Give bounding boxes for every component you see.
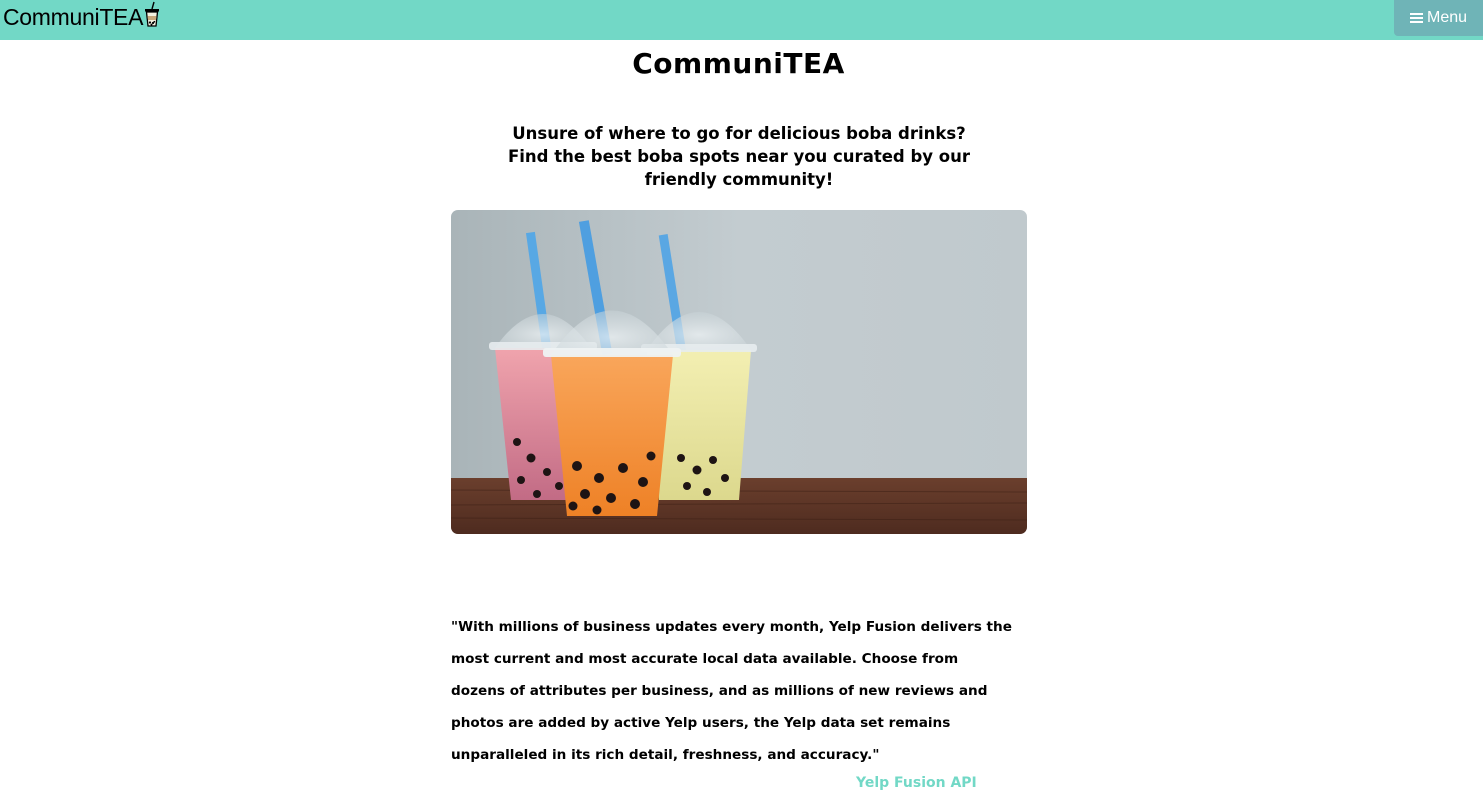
hamburger-icon: [1409, 12, 1423, 24]
tagline: Unsure of where to go for delicious boba…: [507, 124, 970, 189]
brand-link[interactable]: CommuniTEA: [3, 1, 161, 32]
menu-label: Menu: [1426, 9, 1468, 26]
boba-cup-icon: [145, 1, 160, 27]
navbar: CommuniTEA Menu: [0, 0, 1483, 40]
yelp-fusion-link[interactable]: Yelp Fusion API: [856, 772, 977, 794]
page-title: CommuniTEA: [632, 47, 845, 80]
boba-drinks-image: [451, 210, 1027, 534]
hero-image: [451, 210, 1027, 534]
yelp-quote: "With millions of business updates every…: [451, 619, 1012, 763]
brand-name: CommuniTEA: [3, 4, 144, 30]
menu-button[interactable]: Menu: [1394, 0, 1483, 36]
